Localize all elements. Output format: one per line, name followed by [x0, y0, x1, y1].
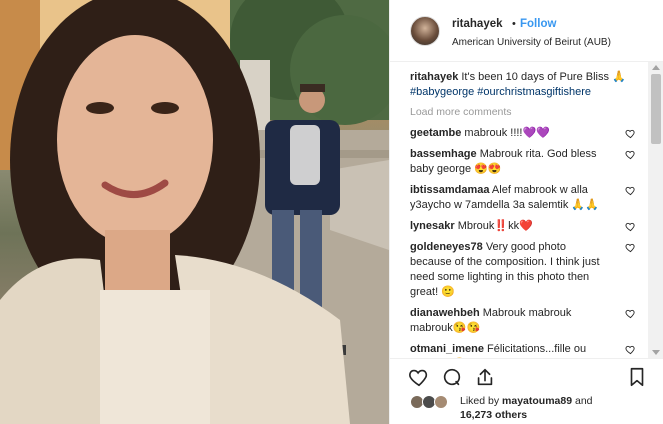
likes-mid: and — [572, 395, 593, 407]
post-header: ritahayek • Follow American University o… — [390, 0, 663, 62]
bookmark-icon[interactable] — [626, 366, 648, 388]
list-item: otmani_imene Félicitations...fille ou ga… — [410, 342, 635, 358]
comment-icon[interactable] — [441, 366, 463, 388]
comment-text: mabrouk !!!!💜💜 — [461, 127, 550, 139]
post-photo — [0, 0, 389, 424]
comments-list: ritahayek It's been 10 days of Pure Blis… — [390, 62, 648, 358]
comments-scrollbar[interactable] — [648, 62, 663, 358]
caption-hashtags[interactable]: #babygeorge #ourchristmasgiftishere — [410, 85, 630, 100]
likes-prefix: Liked by — [460, 395, 503, 407]
post-caption: ritahayek It's been 10 days of Pure Blis… — [410, 70, 630, 100]
separator-dot: • — [512, 18, 516, 30]
like-comment-heart-icon[interactable] — [625, 185, 636, 196]
comment-username[interactable]: lynesakr — [410, 220, 455, 232]
comment-username[interactable]: bassemhage — [410, 148, 477, 160]
likes-text: Liked by mayatouma89 and 16,273 others — [460, 394, 650, 422]
comment-username[interactable]: ibtissamdamaa — [410, 184, 489, 196]
comment-username[interactable]: goldeneyes78 — [410, 241, 483, 253]
action-bar — [390, 358, 663, 392]
share-icon[interactable] — [474, 366, 496, 388]
comment-username[interactable]: otmani_imene — [410, 343, 484, 355]
comment-text: Mbrouk‼️kk❤️ — [454, 220, 533, 232]
liker-avatar[interactable] — [434, 395, 448, 409]
list-item: goldeneyes78 Very good photo because of … — [410, 240, 635, 300]
like-comment-heart-icon[interactable] — [625, 344, 636, 355]
likes-user-link[interactable]: mayatouma89 — [502, 395, 572, 407]
list-item: bassemhage Mabrouk rita. God bless baby … — [410, 147, 635, 177]
like-comment-heart-icon[interactable] — [625, 149, 636, 160]
load-more-comments-button[interactable]: Load more comments — [410, 106, 630, 118]
heart-icon[interactable] — [408, 366, 430, 388]
like-comment-heart-icon[interactable] — [625, 221, 636, 232]
post-username[interactable]: ritahayek — [452, 18, 503, 30]
comment-username[interactable]: geetambe — [410, 127, 461, 139]
list-item: lynesakr Mbrouk‼️kk❤️ — [410, 219, 635, 234]
caption-username[interactable]: ritahayek — [410, 71, 458, 83]
list-item: dianawehbeh Mabrouk mabrouk mabrouk😘😘 — [410, 306, 635, 336]
avatar[interactable] — [410, 16, 440, 46]
comment-username[interactable]: dianawehbeh — [410, 307, 480, 319]
like-comment-heart-icon[interactable] — [625, 308, 636, 319]
post-photo-illustration — [0, 0, 389, 424]
list-item: ibtissamdamaa Alef mabrook w alla y3aych… — [410, 183, 635, 213]
likes-count-link[interactable]: 16,273 others — [460, 409, 527, 421]
follow-button[interactable]: Follow — [520, 18, 556, 30]
scroll-down-icon[interactable] — [652, 350, 660, 355]
caption-text: It's been 10 days of Pure Bliss 🙏 — [458, 71, 626, 83]
scrollbar-thumb[interactable] — [651, 74, 661, 144]
scroll-up-icon[interactable] — [652, 65, 660, 70]
like-comment-heart-icon[interactable] — [625, 128, 636, 139]
like-comment-heart-icon[interactable] — [625, 242, 636, 253]
list-item: geetambe mabrouk !!!!💜💜 — [410, 126, 635, 141]
post-location[interactable]: American University of Beirut (AUB) — [452, 37, 611, 48]
post-panel: ritahayek • Follow American University o… — [389, 0, 663, 424]
